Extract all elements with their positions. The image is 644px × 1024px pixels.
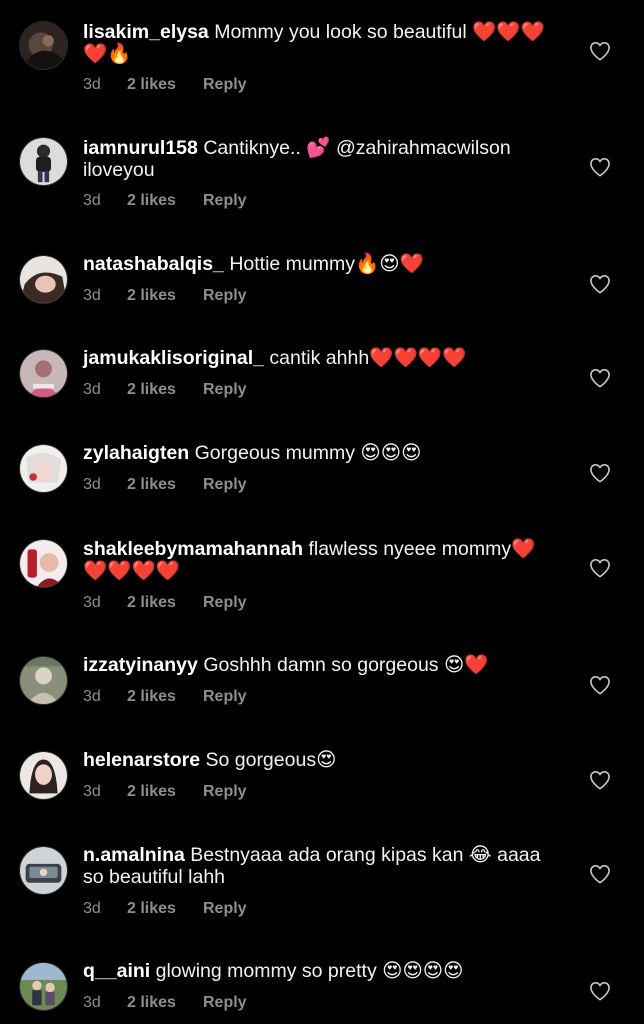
comment-time: 3d [83, 192, 101, 209]
avatar[interactable] [19, 539, 68, 588]
reply-button[interactable]: Reply [203, 994, 247, 1012]
like-heart-icon[interactable] [589, 41, 611, 61]
comment-meta: 3d 2 likes Reply [83, 594, 247, 612]
comment-meta: 3d 2 likes Reply [83, 287, 247, 305]
comment-likes[interactable]: 2 likes [127, 192, 203, 210]
comment-meta: 3d 2 likes Reply [83, 688, 247, 706]
comment-username[interactable]: n.amalnina [83, 844, 185, 866]
comment-time: 3d [83, 783, 101, 800]
comment-likes[interactable]: 2 likes [127, 688, 203, 706]
reply-button[interactable]: Reply [203, 381, 247, 399]
comment-username[interactable]: q__aini [83, 960, 150, 982]
reply-button[interactable]: Reply [203, 476, 247, 494]
comment-text: iamnurul158 Cantiknye.. 💕 @zahirahmacwil… [83, 137, 553, 181]
comment-likes[interactable]: 2 likes [127, 994, 203, 1012]
comment-text: shakleebymamahannah flawless nyeee mommy… [83, 538, 553, 582]
like-heart-icon[interactable] [589, 770, 611, 790]
comment-text: q__aini glowing mommy so pretty 😍😍😍😍 [83, 960, 553, 982]
reply-button[interactable]: Reply [203, 594, 247, 612]
reply-button[interactable]: Reply [203, 900, 247, 918]
avatar[interactable] [19, 21, 68, 70]
like-heart-icon[interactable] [589, 157, 611, 177]
comment-time: 3d [83, 76, 101, 93]
comment-meta: 3d 2 likes Reply [83, 900, 247, 918]
comment-text: lisakim_elysa Mommy you look so beautifu… [83, 21, 553, 65]
comment-time: 3d [83, 381, 101, 398]
reply-button[interactable]: Reply [203, 783, 247, 801]
reply-button[interactable]: Reply [203, 192, 247, 210]
comment-username[interactable]: izzatyinanyy [83, 654, 198, 676]
comment-meta: 3d 2 likes Reply [83, 381, 247, 399]
comment-username[interactable]: lisakim_elysa [83, 21, 209, 43]
comment-meta: 3d 2 likes Reply [83, 783, 247, 801]
comment-text: izzatyinanyy Goshhh damn so gorgeous 😍❤️ [83, 654, 553, 676]
avatar[interactable] [19, 846, 68, 895]
comment-text: helenarstore So gorgeous😍 [83, 749, 553, 771]
reply-button[interactable]: Reply [203, 688, 247, 706]
reply-button[interactable]: Reply [203, 76, 247, 94]
comment-time: 3d [83, 688, 101, 705]
comment-username[interactable]: jamukaklisoriginal_ [83, 347, 264, 369]
comment-time: 3d [83, 476, 101, 493]
avatar[interactable] [19, 962, 68, 1011]
avatar[interactable] [19, 349, 68, 398]
comment-meta: 3d 2 likes Reply [83, 192, 247, 210]
comment-text: natashabalqis_ Hottie mummy🔥😍❤️ [83, 253, 553, 275]
comment-body: glowing mommy so pretty 😍😍😍😍 [155, 960, 464, 982]
comment-username[interactable]: natashabalqis_ [83, 253, 224, 275]
comment-likes[interactable]: 2 likes [127, 900, 203, 918]
like-heart-icon[interactable] [589, 981, 611, 1001]
like-heart-icon[interactable] [589, 675, 611, 695]
avatar[interactable] [19, 137, 68, 186]
comment-likes[interactable]: 2 likes [127, 783, 203, 801]
comment-body: So gorgeous😍 [205, 749, 337, 771]
comment-username[interactable]: shakleebymamahannah [83, 538, 303, 560]
comment-meta: 3d 2 likes Reply [83, 994, 247, 1012]
comment-text: zylahaigten Gorgeous mummy 😍😍😍 [83, 442, 553, 464]
comment-time: 3d [83, 994, 101, 1011]
like-heart-icon[interactable] [589, 274, 611, 294]
like-heart-icon[interactable] [589, 558, 611, 578]
like-heart-icon[interactable] [589, 864, 611, 884]
comment-body: Gorgeous mummy 😍😍😍 [194, 442, 422, 464]
avatar[interactable] [19, 656, 68, 705]
comment-body: cantik ahhh❤️❤️❤️❤️ [269, 347, 467, 369]
comment-username[interactable]: iamnurul158 [83, 137, 198, 159]
like-heart-icon[interactable] [589, 368, 611, 388]
comment-time: 3d [83, 594, 101, 611]
comment-likes[interactable]: 2 likes [127, 476, 203, 494]
comment-username[interactable]: helenarstore [83, 749, 200, 771]
comment-time: 3d [83, 900, 101, 917]
like-heart-icon[interactable] [589, 463, 611, 483]
comment-time: 3d [83, 287, 101, 304]
comment-text: jamukaklisoriginal_ cantik ahhh❤️❤️❤️❤️ [83, 347, 553, 369]
comment-body: Hottie mummy🔥😍❤️ [229, 253, 424, 275]
comment-meta: 3d 2 likes Reply [83, 476, 247, 494]
comment-username[interactable]: zylahaigten [83, 442, 189, 464]
comment-meta: 3d 2 likes Reply [83, 76, 247, 94]
comment-likes[interactable]: 2 likes [127, 594, 203, 612]
reply-button[interactable]: Reply [203, 287, 247, 305]
avatar[interactable] [19, 444, 68, 493]
avatar[interactable] [19, 751, 68, 800]
comment-likes[interactable]: 2 likes [127, 76, 203, 94]
avatar[interactable] [19, 255, 68, 304]
comment-text: n.amalnina Bestnyaaa ada orang kipas kan… [83, 844, 553, 888]
comment-body: Goshhh damn so gorgeous 😍❤️ [203, 654, 489, 676]
comment-likes[interactable]: 2 likes [127, 287, 203, 305]
comment-likes[interactable]: 2 likes [127, 381, 203, 399]
